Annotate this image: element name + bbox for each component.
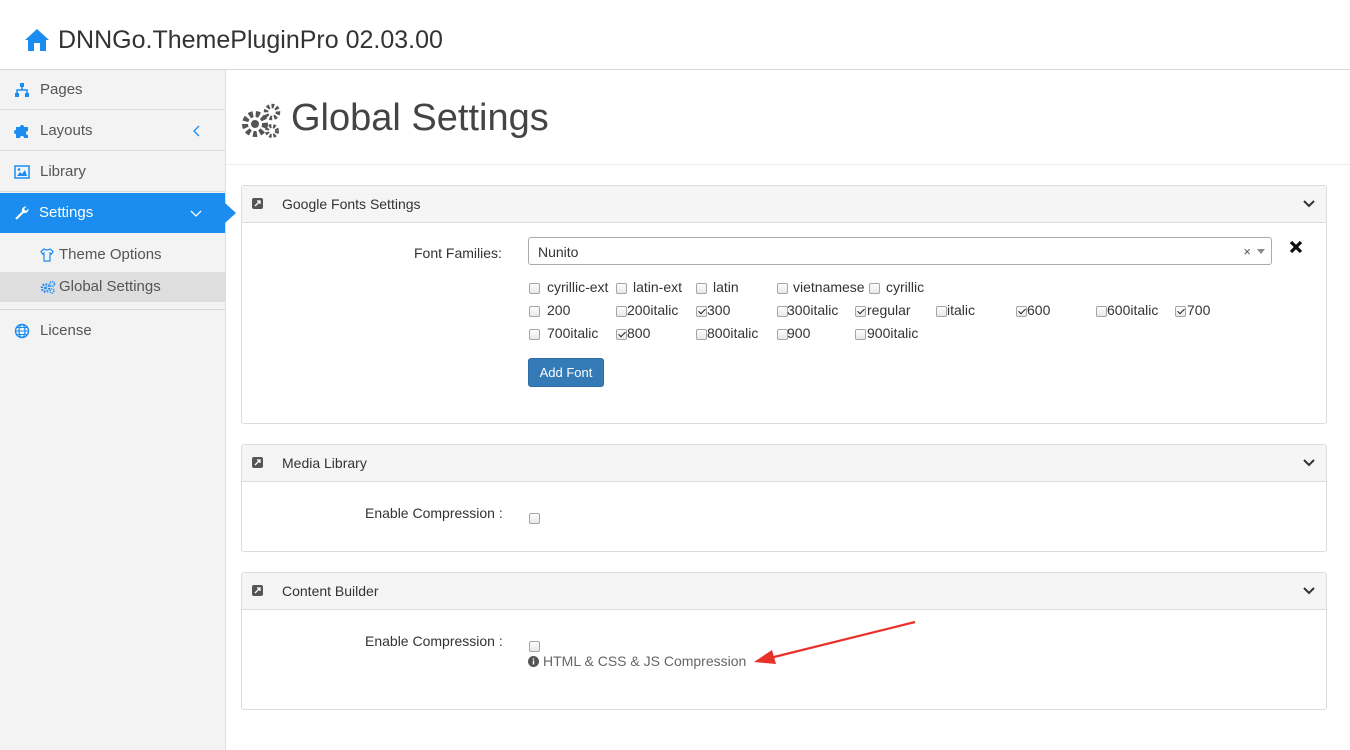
font-option-checkbox[interactable]: [869, 283, 880, 294]
content-compression-checkbox[interactable]: [529, 641, 540, 652]
font-families-label: Font Families:: [414, 245, 502, 261]
font-option-label: 300: [707, 302, 731, 318]
chevron-left-icon[interactable]: [190, 124, 204, 138]
font-option-label: 200: [547, 302, 571, 318]
heading-divider: [226, 164, 1350, 165]
external-link-icon: [252, 585, 263, 596]
sidebar: Pages Layouts Library Settings Theme Opt…: [0, 70, 236, 750]
chevron-down-icon[interactable]: [1302, 198, 1316, 210]
font-option-checkbox[interactable]: [936, 306, 947, 317]
font-option-label: 600italic: [1107, 302, 1159, 318]
font-option-checkbox[interactable]: [529, 306, 540, 317]
sidebar-item-pages[interactable]: Pages: [0, 70, 225, 110]
font-option-checkbox[interactable]: [1096, 306, 1107, 317]
font-option-checkbox[interactable]: [1175, 306, 1186, 317]
font-option-label: vietnamese: [793, 279, 865, 295]
panel-header[interactable]: Google Fonts Settings: [242, 186, 1326, 223]
sidebar-item-label: Pages: [40, 81, 83, 98]
panel-title: Content Builder: [282, 583, 379, 599]
sitemap-icon: [15, 83, 29, 97]
media-compression-checkbox[interactable]: [529, 513, 540, 524]
remove-font-icon[interactable]: [1288, 239, 1304, 255]
hint-text: HTML & CSS & JS Compression: [543, 653, 747, 669]
shirt-icon: [40, 248, 54, 262]
image-icon: [14, 165, 30, 179]
font-option-label: regular: [867, 302, 911, 318]
font-option-checkbox[interactable]: [1016, 306, 1027, 317]
top-bar: DNNGo.ThemePluginPro 02.03.00: [0, 0, 1350, 70]
font-option-label: latin-ext: [633, 279, 683, 295]
compression-hint: HTML & CSS & JS Compression: [528, 653, 746, 669]
font-option-label: 300italic: [787, 302, 839, 318]
font-option-checkbox[interactable]: [529, 329, 540, 340]
home-icon[interactable]: [24, 28, 50, 52]
sidebar-item-library[interactable]: Library: [0, 152, 225, 192]
chevron-down-icon[interactable]: [1302, 585, 1316, 597]
sidebar-item-label: License: [40, 322, 92, 339]
font-option-label: 800: [627, 325, 651, 341]
enable-compression-label: Enable Compression :: [365, 505, 503, 521]
sidebar-subitem-global-settings[interactable]: Global Settings: [0, 272, 225, 302]
selected-font: Nunito: [538, 244, 579, 260]
chevron-down-icon[interactable]: [1302, 457, 1316, 469]
dropdown-arrow-icon[interactable]: [1257, 249, 1265, 254]
font-option-label: latin: [713, 279, 739, 295]
sidebar-item-layouts[interactable]: Layouts: [0, 111, 225, 151]
font-option-checkbox[interactable]: [696, 329, 707, 340]
font-option-label: 800italic: [707, 325, 759, 341]
page-title: Global Settings: [291, 97, 549, 139]
font-option-checkbox[interactable]: [616, 329, 627, 340]
sidebar-item-label: Library: [40, 163, 86, 180]
sidebar-subitem-theme-options[interactable]: Theme Options: [0, 240, 225, 270]
app-title: DNNGo.ThemePluginPro 02.03.00: [58, 26, 443, 54]
gears-icon: [242, 103, 281, 138]
font-option-label: 700italic: [547, 325, 599, 341]
info-icon: [528, 656, 539, 667]
panel-title: Google Fonts Settings: [282, 196, 421, 212]
font-option-checkbox[interactable]: [616, 283, 627, 294]
font-option-label: 700: [1187, 302, 1211, 318]
font-option-checkbox[interactable]: [616, 306, 627, 317]
sidebar-item-license[interactable]: License: [0, 311, 225, 351]
font-option-checkbox[interactable]: [696, 283, 707, 294]
media-library-panel: Media Library Enable Compression :: [241, 444, 1327, 552]
font-option-label: 900: [787, 325, 811, 341]
font-option-checkbox[interactable]: [855, 306, 866, 317]
font-option-checkbox[interactable]: [855, 329, 866, 340]
font-option-label: 200italic: [627, 302, 679, 318]
font-option-label: 600: [1027, 302, 1051, 318]
font-option-checkbox[interactable]: [696, 306, 707, 317]
sidebar-divider: [0, 309, 225, 310]
enable-compression-label: Enable Compression :: [365, 633, 503, 649]
chevron-down-icon[interactable]: [189, 206, 203, 220]
panel-header[interactable]: Content Builder: [242, 573, 1326, 610]
sidebar-item-settings[interactable]: Settings: [0, 193, 236, 233]
gears-icon: [40, 280, 56, 294]
sidebar-item-label: Settings: [39, 204, 94, 221]
panel-header[interactable]: Media Library: [242, 445, 1326, 482]
globe-icon: [14, 323, 30, 339]
sidebar-item-label: Layouts: [40, 122, 93, 139]
sidebar-subitem-label: Global Settings: [59, 278, 161, 295]
external-link-icon: [252, 198, 263, 209]
panel-title: Media Library: [282, 455, 367, 471]
font-option-label: cyrillic-ext: [547, 279, 609, 295]
wrench-icon: [15, 206, 29, 220]
clear-selection-icon[interactable]: ×: [1243, 244, 1251, 259]
annotation-arrow: [754, 620, 916, 664]
font-option-checkbox[interactable]: [777, 283, 788, 294]
puzzle-icon: [14, 125, 28, 138]
google-fonts-panel: Google Fonts Settings Font Families: Nun…: [241, 185, 1327, 424]
font-option-label: italic: [947, 302, 976, 318]
add-font-button[interactable]: Add Font: [528, 358, 604, 387]
font-family-select[interactable]: Nunito ×: [528, 237, 1272, 265]
external-link-icon: [252, 457, 263, 468]
font-option-label: 900italic: [867, 325, 919, 341]
sidebar-subitem-label: Theme Options: [59, 246, 162, 263]
font-option-checkbox[interactable]: [529, 283, 540, 294]
font-option-label: cyrillic: [886, 279, 925, 295]
